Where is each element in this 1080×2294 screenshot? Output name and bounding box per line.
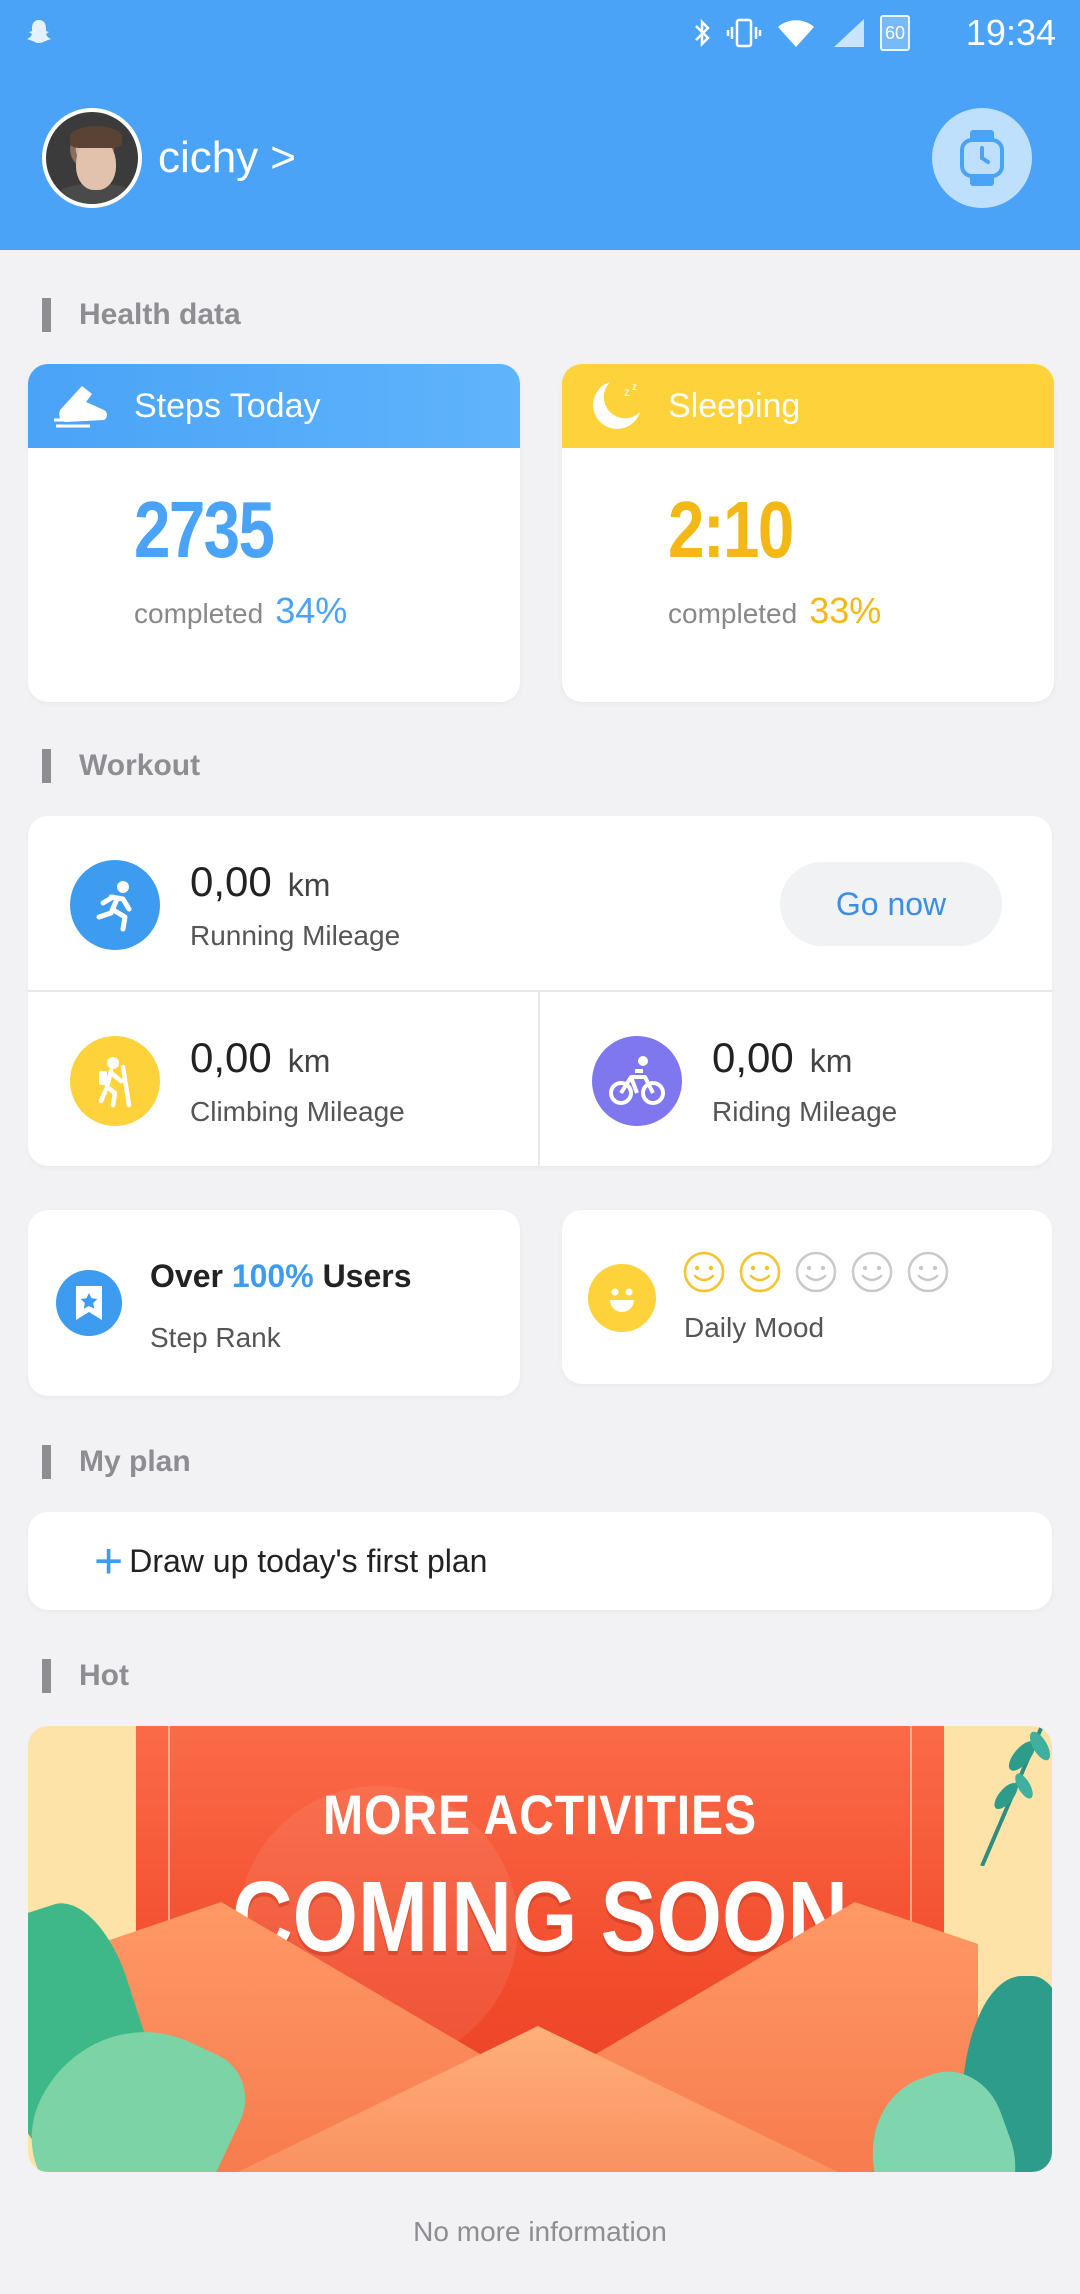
- sleep-percent: 33%: [809, 590, 882, 631]
- riding-row[interactable]: 0,00 km Riding Mileage: [592, 1034, 897, 1128]
- step-rank-card[interactable]: Over 100% Users Step Rank: [28, 1210, 520, 1396]
- workout-divider-v: [538, 992, 540, 1166]
- sleep-title: Sleeping: [668, 386, 801, 425]
- banner-branch-icon: [980, 1726, 1051, 1866]
- wifi-icon: [778, 20, 814, 47]
- step-rank-suffix: Users: [322, 1258, 412, 1294]
- step-rank-title: Over 100% Users: [150, 1258, 412, 1295]
- climbing-row[interactable]: 0,00 km Climbing Mileage: [70, 1034, 405, 1128]
- avatar-hair: [70, 126, 122, 148]
- username[interactable]: cichy: [158, 133, 258, 183]
- profile-button[interactable]: cichy >: [42, 108, 296, 208]
- running-value: 0,00: [190, 858, 272, 905]
- sleep-completed: completed 33%: [668, 590, 881, 632]
- sleep-completed-label: completed: [668, 598, 798, 629]
- signal-icon: [834, 19, 864, 47]
- running-row[interactable]: 0,00 km Running Mileage: [70, 858, 400, 952]
- climbing-value-line: 0,00 km: [190, 1034, 405, 1082]
- avatar[interactable]: [42, 108, 142, 208]
- activities-banner[interactable]: MORE ACTIVITIES COMING SOON: [28, 1726, 1052, 2172]
- workout-divider-h: [28, 990, 1052, 992]
- mood-rating[interactable]: [682, 1250, 950, 1294]
- running-value-line: 0,00 km: [190, 858, 400, 906]
- chevron-right-icon: >: [270, 133, 296, 182]
- climbing-label: Climbing Mileage: [190, 1096, 405, 1127]
- climbing-value: 0,00: [190, 1034, 272, 1081]
- workout-card: 0,00 km Running Mileage Go now 0,00 km C…: [28, 816, 1052, 1166]
- steps-card-header: Steps Today: [28, 364, 520, 448]
- moon-icon: zz: [586, 376, 646, 436]
- sleep-card-header: zz Sleeping: [562, 364, 1054, 448]
- steps-completed-label: completed: [134, 598, 264, 629]
- status-icons: 60: [692, 15, 910, 51]
- mood-face-icon[interactable]: [682, 1250, 726, 1294]
- riding-value-line: 0,00 km: [712, 1034, 897, 1082]
- add-plan-button[interactable]: + Draw up today's first plan: [28, 1512, 1052, 1610]
- running-label: Running Mileage: [190, 920, 401, 951]
- riding-icon: [592, 1036, 682, 1126]
- riding-unit: km: [809, 1043, 853, 1079]
- happy-face-icon: [588, 1264, 656, 1332]
- daily-mood-label: Daily Mood: [684, 1312, 825, 1343]
- sleep-card[interactable]: zz Sleeping 2:10 completed 33%: [562, 364, 1054, 702]
- running-icon: [70, 860, 160, 950]
- daily-mood-card[interactable]: Daily Mood: [562, 1210, 1052, 1384]
- section-title-hot: Hot: [42, 1658, 129, 1694]
- bluetooth-icon: [695, 18, 710, 48]
- battery-level: 60: [884, 22, 906, 43]
- mood-face-icon[interactable]: [794, 1250, 838, 1294]
- riding-value: 0,00: [712, 1034, 794, 1081]
- watch-device-button[interactable]: [932, 108, 1032, 208]
- section-title-plan: My plan: [42, 1444, 191, 1480]
- steps-percent: 34%: [275, 590, 348, 631]
- watch-icon: [960, 130, 1004, 186]
- add-plan-label: Draw up today's first plan: [129, 1542, 488, 1579]
- status-time: 19:34: [965, 12, 1056, 53]
- status-bar: 60 19:34: [0, 0, 1080, 66]
- climbing-icon: [70, 1036, 160, 1126]
- app-header: 60 19:34 cichy >: [0, 0, 1080, 250]
- bookmark-star-icon: [56, 1270, 122, 1336]
- riding-label: Riding Mileage: [712, 1096, 898, 1127]
- vibrate-icon: [726, 18, 762, 48]
- go-now-button[interactable]: Go now: [780, 862, 1002, 946]
- snapchat-icon: [27, 20, 51, 43]
- steps-card[interactable]: Steps Today 2735 completed 34%: [28, 364, 520, 702]
- step-rank-prefix: Over: [150, 1258, 223, 1294]
- section-title-health: Health data: [42, 297, 241, 333]
- steps-value: 2735: [134, 485, 275, 574]
- steps-completed: completed 34%: [134, 590, 347, 632]
- no-more-info: No more information: [413, 2216, 667, 2247]
- mood-face-icon[interactable]: [738, 1250, 782, 1294]
- battery-icon: 60: [880, 15, 910, 51]
- riding-text: 0,00 km Riding Mileage: [712, 1034, 897, 1128]
- mood-face-icon[interactable]: [850, 1250, 894, 1294]
- svg-text:z: z: [632, 382, 637, 393]
- shoe-icon: [52, 376, 112, 436]
- svg-text:z: z: [624, 385, 630, 399]
- section-title-workout: Workout: [42, 748, 200, 784]
- banner-line1: MORE ACTIVITIES: [323, 1783, 757, 1846]
- running-unit: km: [287, 867, 331, 903]
- step-rank-percent: 100%: [231, 1258, 314, 1294]
- climbing-text: 0,00 km Climbing Mileage: [190, 1034, 405, 1128]
- climbing-unit: km: [287, 1043, 331, 1079]
- step-rank-label: Step Rank: [150, 1322, 281, 1353]
- mood-face-icon[interactable]: [906, 1250, 950, 1294]
- plus-icon: +: [94, 1533, 124, 1589]
- running-text: 0,00 km Running Mileage: [190, 858, 400, 952]
- sleep-value: 2:10: [668, 485, 794, 574]
- steps-title: Steps Today: [134, 386, 321, 425]
